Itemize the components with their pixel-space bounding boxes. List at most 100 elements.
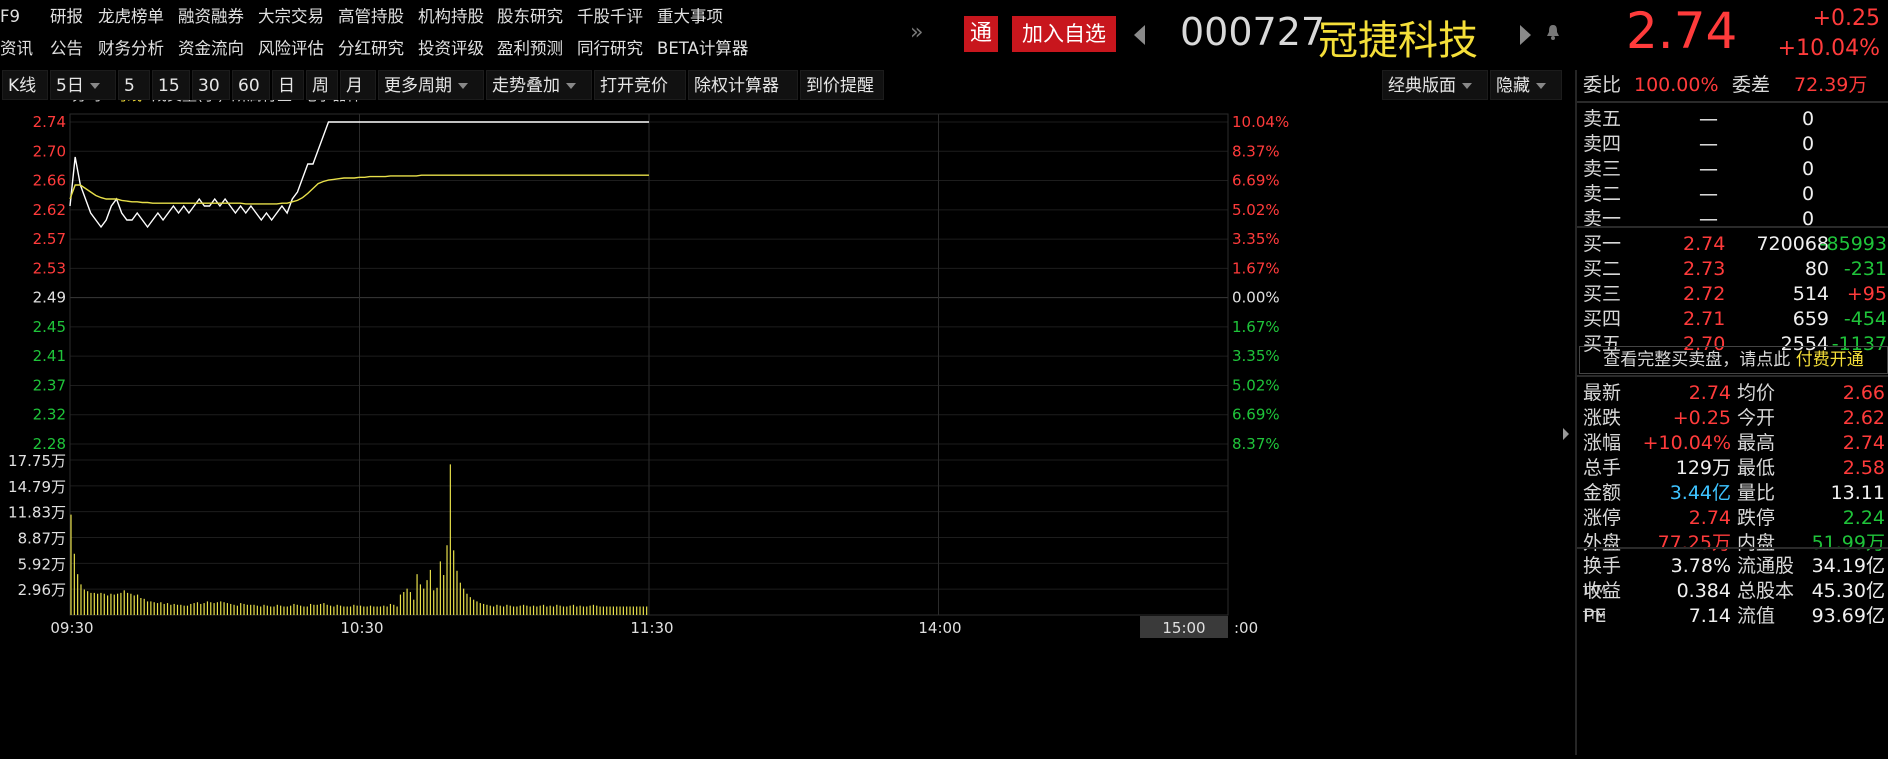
time-tick: 11:30: [630, 619, 673, 637]
fundamental-value: 7.14: [1688, 605, 1731, 627]
time-tick: 09:30: [50, 619, 93, 637]
nav-item-1[interactable]: F9: [0, 2, 20, 32]
fundamental-row: PE TTM 7.14 流值 93.69亿: [1577, 601, 1888, 631]
price-tick: 2.74: [33, 113, 66, 131]
pct-tick: 5.02%: [1232, 201, 1280, 219]
fundamental-label: 流值: [1737, 605, 1776, 627]
stock-name: 冠捷科技: [1318, 18, 1478, 64]
pct-tick: 0.00%: [1232, 289, 1280, 307]
time-tick: 15:00: [1162, 619, 1205, 637]
fundamental-value: 93.69亿: [1811, 605, 1885, 627]
tab-5min[interactable]: 5: [118, 70, 150, 100]
add-to-watchlist-button[interactable]: 加入自选: [1012, 16, 1116, 52]
price-change-pct: +10.04%: [1777, 36, 1880, 61]
vip-orderbook-banner[interactable]: 查看完整买卖盘，请点此 付费开通: [1579, 346, 1888, 374]
tab-kline[interactable]: K线: [2, 70, 48, 100]
vip-text: 查看完整买卖盘，请点此: [1603, 350, 1791, 370]
pct-tick: 6.69%: [1232, 172, 1280, 190]
vip-link[interactable]: 付费开通: [1796, 350, 1864, 370]
volume-tick: 11.83万: [8, 504, 66, 522]
weibi-label: 委比: [1583, 74, 1622, 96]
nav-item-15[interactable]: 风险评估: [258, 34, 324, 64]
nav-row-1: F9 研报 龙虎榜单 融资融券 大宗交易 高管持股 机构持股 股东研究 千股千评 重大事项: [0, 2, 960, 32]
time-tick: 10:30: [340, 619, 383, 637]
nav-item-6[interactable]: 高管持股: [338, 2, 404, 32]
legend-item: 成交量(手): [152, 100, 224, 104]
nav-item-20[interactable]: BETA计算器: [657, 34, 748, 64]
pct-tick: 8.37%: [1232, 435, 1280, 453]
legend-item: 均线: [112, 100, 142, 104]
tab-15min[interactable]: 15: [152, 70, 190, 100]
stock-code: 000727: [1180, 10, 1326, 54]
nav-item-9[interactable]: 千股千评: [577, 2, 643, 32]
nav-item-19[interactable]: 同行研究: [577, 34, 643, 64]
volume-tick: 5.92万: [18, 555, 66, 573]
ex-rights-calculator-button[interactable]: 除权计算器: [688, 70, 798, 100]
nav-item-7[interactable]: 机构持股: [418, 2, 484, 32]
fundamental-label: PE TTM: [1583, 605, 1607, 627]
nav-item-10[interactable]: 重大事项: [657, 2, 723, 32]
hide-panel-dropdown[interactable]: 隐藏: [1490, 70, 1562, 100]
tong-badge: 通: [964, 16, 998, 52]
nav-more-icon[interactable]: »: [910, 20, 923, 45]
nav-item-5[interactable]: 大宗交易: [258, 2, 324, 32]
pct-tick: 6.69%: [1232, 406, 1280, 424]
nav-item-17[interactable]: 投资评级: [418, 34, 484, 64]
intraday-chart[interactable]: 分时 均线 成交量(手) 所属行业: 电子器件 2.74 2.70 2.66 2.62 2.57…: [0, 86, 1568, 755]
prev-stock-icon[interactable]: [1134, 25, 1145, 45]
time-tick-overflow: :00: [1234, 619, 1258, 637]
volume-tick: 17.75万: [8, 452, 66, 470]
price-change: +0.25: [1812, 6, 1880, 31]
sidebar-toggle-icon[interactable]: [1560, 420, 1572, 448]
price-tick: 2.62: [33, 201, 66, 219]
nav-item-13[interactable]: 财务分析: [98, 34, 164, 64]
legend-item: 分时: [72, 100, 102, 104]
volume-tick: 2.96万: [18, 581, 66, 599]
tab-week[interactable]: 周: [306, 70, 338, 100]
time-tick: 14:00: [918, 619, 961, 637]
next-stock-icon[interactable]: [1520, 25, 1531, 45]
intraday-chart-svg: 分时 均线 成交量(手) 所属行业: 电子器件 2.74 2.70 2.66 2.62 2.57…: [8, 86, 1289, 638]
classic-layout-dropdown[interactable]: 经典版面: [1382, 70, 1488, 100]
pct-tick: 5.02%: [1232, 376, 1280, 394]
price-tick: 2.41: [33, 347, 66, 365]
pct-tick: 8.37%: [1232, 142, 1280, 160]
bell-icon[interactable]: [1546, 24, 1560, 40]
price-tick: 2.49: [33, 289, 66, 307]
weicha-label: 委差: [1732, 74, 1771, 96]
weicha-value: 72.39万: [1794, 74, 1868, 96]
tab-5day[interactable]: 5日: [50, 70, 116, 100]
more-periods-dropdown[interactable]: 更多周期: [378, 70, 484, 100]
tab-30min[interactable]: 30: [192, 70, 230, 100]
nav-item-3[interactable]: 龙虎榜单: [98, 2, 164, 32]
price-tick: 2.32: [33, 406, 66, 424]
nav-item-8[interactable]: 股东研究: [497, 2, 563, 32]
nav-item-14[interactable]: 资金流向: [178, 34, 244, 64]
price-tick: 2.57: [33, 230, 66, 248]
nav-row-2: 资讯 公告 财务分析 资金流向 风险评估 分红研究 投资评级 盈利预测 同行研究 BETA计算器: [0, 34, 960, 64]
trend-overlay-dropdown[interactable]: 走势叠加: [486, 70, 592, 100]
weibi-row: 委比 100.00% 委差 72.39万: [1577, 70, 1888, 100]
quote-sidebar: 委比 100.00% 委差 72.39万 卖五 —0 卖四 —0 卖三 —0 卖二 —0 卖一 —…: [1575, 70, 1888, 755]
price-alert-button[interactable]: 到价提醒: [800, 70, 884, 100]
nav-item-12[interactable]: 公告: [50, 34, 83, 64]
tab-day[interactable]: 日: [272, 70, 304, 100]
pct-tick: 3.35%: [1232, 347, 1280, 365]
price-tick: 2.66: [33, 172, 66, 190]
price-tick: 2.45: [33, 318, 66, 336]
period-toolbar: K线 5日 5 15 30 60 日 周 月 更多周期 走势叠加 打开竞价 除权…: [0, 70, 1570, 100]
open-auction-button[interactable]: 打开竞价: [594, 70, 686, 100]
nav-item-2[interactable]: 研报: [50, 2, 83, 32]
nav-item-18[interactable]: 盈利预测: [497, 34, 563, 64]
tab-month[interactable]: 月: [340, 70, 376, 100]
volume-tick: 8.87万: [18, 530, 66, 548]
tab-60min[interactable]: 60: [232, 70, 270, 100]
nav-item-11[interactable]: 资讯: [0, 34, 33, 64]
pct-tick: 1.67%: [1232, 259, 1280, 277]
nav-item-4[interactable]: 融资融券: [178, 2, 244, 32]
pct-tick: 10.04%: [1232, 113, 1289, 131]
nav-item-16[interactable]: 分红研究: [338, 34, 404, 64]
legend-item: 所属行业: 电子器件: [232, 100, 362, 104]
price-tick: 2.70: [33, 142, 66, 160]
pct-tick: 1.67%: [1232, 318, 1280, 336]
